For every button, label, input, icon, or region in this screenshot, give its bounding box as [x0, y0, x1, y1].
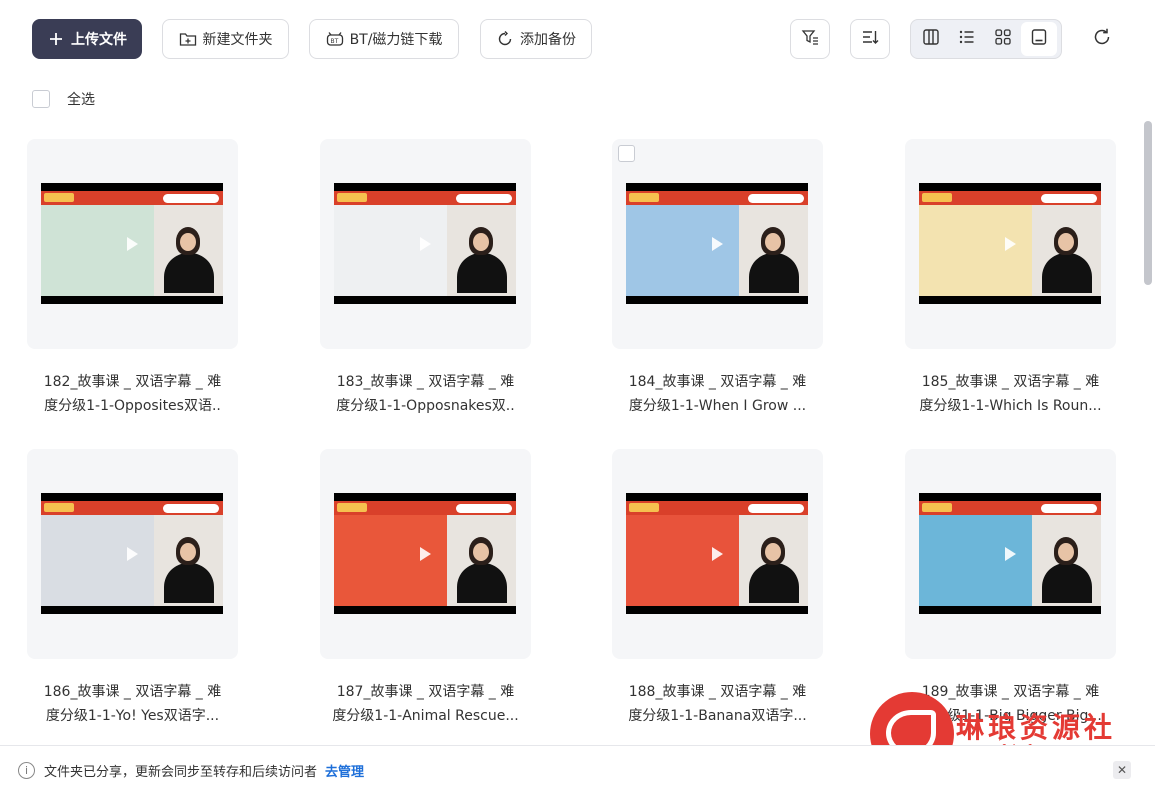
file-thumbnail[interactable] — [27, 449, 238, 659]
select-all[interactable]: 全选 — [32, 89, 95, 109]
video-preview — [41, 493, 223, 614]
view-thumbnail-button[interactable] — [1021, 22, 1057, 56]
video-preview — [919, 493, 1101, 614]
file-card[interactable]: 187_故事课 _ 双语字幕 _ 难度分级1-1-Animal Rescue..… — [320, 449, 531, 728]
view-columns-button[interactable] — [913, 22, 949, 56]
select-all-checkbox[interactable] — [32, 90, 50, 108]
refresh-button[interactable] — [1084, 19, 1120, 59]
file-name[interactable]: 183_故事课 _ 双语字幕 _ 难度分级1-1-Opposnakes双.. — [320, 370, 531, 418]
list-icon — [958, 28, 976, 50]
bt-icon: BT — [326, 30, 344, 48]
new-folder-button[interactable]: 新建文件夹 — [162, 19, 289, 59]
video-preview — [41, 183, 223, 304]
play-icon — [127, 546, 138, 561]
video-preview — [626, 183, 808, 304]
bt-download-button[interactable]: BT BT/磁力链下载 — [309, 19, 459, 59]
upload-label: 上传文件 — [71, 32, 127, 48]
add-backup-button[interactable]: 添加备份 — [480, 19, 592, 59]
play-icon — [420, 546, 431, 561]
file-card[interactable]: 182_故事课 _ 双语字幕 _ 难度分级1-1-Opposites双语.. — [27, 139, 238, 418]
video-preview — [334, 493, 516, 614]
svg-text:BT: BT — [330, 38, 338, 45]
watermark-brand: 琳琅资源社 — [956, 711, 1117, 744]
backup-sync-icon — [496, 30, 514, 48]
file-name[interactable]: 188_故事课 _ 双语字幕 _ 难度分级1-1-Banana双语字... — [612, 680, 823, 728]
file-card[interactable]: 188_故事课 _ 双语字幕 _ 难度分级1-1-Banana双语字... — [612, 449, 823, 728]
folder-plus-icon — [179, 30, 197, 48]
file-thumbnail[interactable] — [27, 139, 238, 349]
view-grid-button[interactable] — [985, 22, 1021, 56]
file-thumbnail[interactable] — [320, 139, 531, 349]
video-preview — [334, 183, 516, 304]
file-card[interactable]: 183_故事课 _ 双语字幕 _ 难度分级1-1-Opposnakes双.. — [320, 139, 531, 418]
file-name[interactable]: 186_故事课 _ 双语字幕 _ 难度分级1-1-Yo! Yes双语字... — [27, 680, 238, 728]
plus-icon — [47, 30, 65, 48]
thumbnail-icon — [1030, 28, 1048, 50]
file-name[interactable]: 182_故事课 _ 双语字幕 _ 难度分级1-1-Opposites双语.. — [27, 370, 238, 418]
filter-button[interactable] — [790, 19, 830, 59]
file-card[interactable]: 185_故事课 _ 双语字幕 _ 难度分级1-1-Which Is Roun..… — [905, 139, 1116, 418]
file-thumbnail[interactable] — [612, 449, 823, 659]
file-thumbnail[interactable] — [905, 449, 1116, 659]
file-thumbnail[interactable] — [320, 449, 531, 659]
close-icon[interactable]: ✕ — [1113, 761, 1131, 779]
add-backup-label: 添加备份 — [520, 32, 576, 48]
toolbar: 上传文件 新建文件夹 BT BT/磁力链下载 添加备份 — [32, 19, 1155, 59]
play-icon — [1005, 546, 1016, 561]
manage-link[interactable]: 去管理 — [325, 761, 364, 780]
bt-download-label: BT/磁力链下载 — [349, 32, 443, 48]
share-notice-text: 文件夹已分享，更新会同步至转存和后续访问者 — [44, 764, 318, 780]
share-notice-bar: i 文件夹已分享，更新会同步至转存和后续访问者 去管理 ✕ — [0, 745, 1155, 794]
view-list-button[interactable] — [949, 22, 985, 56]
columns-icon — [922, 28, 940, 50]
file-thumbnail[interactable] — [612, 139, 823, 349]
file-card[interactable]: 189_故事课 _ 双语字幕 _ 难度分级1-1-Big Bigger Big.… — [905, 449, 1116, 728]
grid-icon — [994, 28, 1012, 50]
video-preview — [919, 183, 1101, 304]
upload-button[interactable]: 上传文件 — [32, 19, 142, 59]
file-card[interactable]: 184_故事课 _ 双语字幕 _ 难度分级1-1-When I Grow ... — [612, 139, 823, 418]
file-name[interactable]: 185_故事课 _ 双语字幕 _ 难度分级1-1-Which Is Roun..… — [905, 370, 1116, 418]
video-preview — [626, 493, 808, 614]
new-folder-label: 新建文件夹 — [202, 32, 273, 48]
refresh-icon — [1092, 27, 1112, 51]
filter-icon — [801, 28, 819, 50]
file-name[interactable]: 187_故事课 _ 双语字幕 _ 难度分级1-1-Animal Rescue..… — [320, 680, 531, 728]
file-thumbnail[interactable] — [905, 139, 1116, 349]
play-icon — [420, 236, 431, 251]
view-mode-switch — [910, 19, 1062, 59]
sort-icon — [861, 28, 879, 50]
info-icon: i — [18, 761, 35, 779]
vertical-scrollbar[interactable] — [1144, 121, 1152, 285]
sort-button[interactable] — [850, 19, 890, 59]
select-all-label: 全选 — [67, 92, 95, 108]
file-name[interactable]: 184_故事课 _ 双语字幕 _ 难度分级1-1-When I Grow ... — [612, 370, 823, 418]
file-checkbox[interactable] — [618, 145, 635, 162]
play-icon — [127, 236, 138, 251]
play-icon — [712, 236, 723, 251]
play-icon — [712, 546, 723, 561]
file-card[interactable]: 186_故事课 _ 双语字幕 _ 难度分级1-1-Yo! Yes双语字... — [27, 449, 238, 728]
play-icon — [1005, 236, 1016, 251]
